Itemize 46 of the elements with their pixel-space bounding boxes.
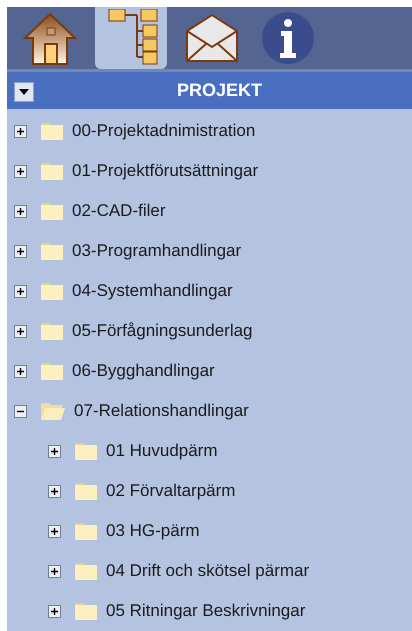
folder-icon	[74, 561, 98, 581]
expand-icon[interactable]	[48, 564, 61, 578]
folder-label[interactable]: 04 Drift och skötsel pärmar	[106, 558, 310, 584]
toolbar-button[interactable]	[95, 7, 167, 69]
folder-icon	[40, 361, 64, 381]
folder-icon	[74, 441, 98, 461]
folder-icon	[40, 201, 64, 221]
folder-label[interactable]: 05 Ritningar Beskrivningar	[106, 598, 306, 624]
folder-icon	[40, 321, 64, 341]
folder-label[interactable]: 01-Projektförutsättningar	[72, 158, 258, 184]
house-icon	[21, 10, 79, 66]
folder-label[interactable]: 00-Projektadnimistration	[72, 118, 256, 144]
expand-icon[interactable]	[14, 164, 27, 178]
folder-label[interactable]: 07-Relationshandlingar	[74, 398, 249, 424]
panel-title: PROJEKT	[176, 79, 262, 102]
envelope-icon	[185, 13, 239, 63]
expand-icon[interactable]	[14, 124, 27, 138]
folder-icon	[40, 281, 64, 301]
expand-icon[interactable]	[48, 444, 61, 458]
folder-label[interactable]: 03 HG-pärm	[106, 518, 200, 544]
folder-icon	[40, 121, 64, 141]
folder-label[interactable]: 05-Förfågningsunderlag	[72, 318, 253, 344]
folder-icon	[74, 521, 98, 541]
expand-icon[interactable]	[14, 324, 27, 338]
folder-icon	[40, 161, 64, 181]
folder-icon	[40, 241, 64, 261]
caret-down-icon	[19, 89, 29, 95]
expand-icon[interactable]	[14, 284, 27, 298]
info-icon	[261, 11, 315, 65]
expand-icon[interactable]	[48, 484, 61, 498]
folder-label[interactable]: 02-CAD-filer	[72, 198, 166, 224]
folder-label[interactable]: 06-Bygghandlingar	[72, 358, 215, 384]
expand-icon[interactable]	[48, 604, 61, 618]
folder-label[interactable]: 03-Programhandlingar	[72, 238, 242, 264]
folder-label[interactable]: 02 Förvaltarpärm	[106, 478, 236, 504]
open-folder-icon	[40, 401, 66, 421]
collapse-button[interactable]	[14, 82, 34, 102]
expand-icon[interactable]	[14, 244, 27, 258]
expand-icon[interactable]	[14, 364, 27, 378]
expand-icon[interactable]	[48, 524, 61, 538]
folder-icon	[74, 481, 98, 501]
expand-icon[interactable]	[14, 204, 27, 218]
folder-label[interactable]: 04-Systemhandlingar	[72, 278, 233, 304]
collapse-icon[interactable]	[14, 404, 27, 418]
folder-label[interactable]: 01 Huvudpärm	[106, 438, 218, 464]
folder-icon	[74, 601, 98, 621]
